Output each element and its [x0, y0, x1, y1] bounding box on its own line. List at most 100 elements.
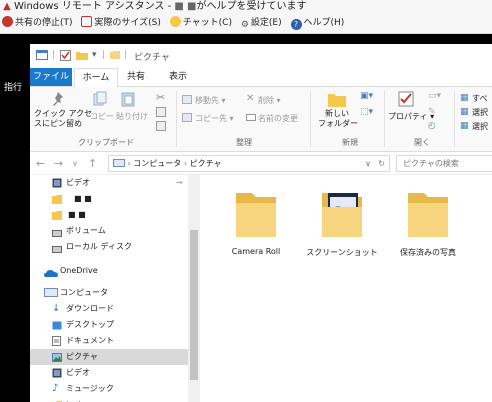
up-arrow-icon[interactable]: ↑ [88, 157, 97, 170]
select-all-icon: ▦ [460, 93, 469, 103]
tab-share[interactable]: 共有 [118, 68, 154, 86]
nav-item-video-1[interactable]: ビデオ ⊸ [30, 175, 188, 191]
onedrive-icon [44, 267, 58, 283]
history-icon[interactable]: ◴ [428, 121, 436, 131]
remote-desktop-background: 指行 [0, 34, 30, 402]
address-bar-row: ← → ∨ ↑ › コンピュータ › ピクチャ ∨ ↻ ピクチャの検索 [30, 152, 492, 175]
properties-quick-icon[interactable] [60, 50, 71, 64]
nav-item-masked-1[interactable]: ■ ■ [30, 191, 188, 207]
folder-icon [236, 193, 276, 237]
explorer-titlebar: | ▾ | | ピクチャ [30, 44, 492, 66]
quick-access-separator: | [52, 50, 56, 60]
title-separator: | [102, 50, 106, 60]
breadcrumb-computer[interactable]: コンピュータ [133, 159, 181, 168]
new-folder-icon [328, 91, 346, 110]
customize-quick-access-icon[interactable]: ▾ [92, 50, 97, 60]
forward-arrow-icon[interactable]: → [54, 157, 63, 170]
actual-size-button[interactable]: 実際のサイズ(S) [81, 14, 161, 33]
nav-item-test[interactable]: test [30, 397, 188, 402]
nav-item-local-disk[interactable]: ローカル ディスク [30, 239, 188, 255]
nav-item-pictures[interactable]: ピクチャ [30, 349, 188, 365]
pin-quick-access-button[interactable]: クイック アクセ スにピン留め [34, 109, 92, 129]
chat-button[interactable]: チャット(C) [169, 14, 232, 33]
nav-item-masked-2[interactable]: ■ ■ [30, 207, 188, 223]
tab-view[interactable]: 表示 [158, 68, 198, 86]
nav-item-onedrive[interactable]: OneDrive [30, 263, 188, 279]
pin-small-icon: ⊸ [176, 178, 183, 187]
new-folder-button[interactable]: 新しい フォルダー [318, 109, 358, 129]
navigation-scrollbar[interactable] [188, 175, 200, 402]
breadcrumb-pictures[interactable]: ピクチャ [190, 159, 222, 168]
settings-button[interactable]: ⚙ 設定(E) [241, 14, 282, 33]
delete-button[interactable]: 削除 ▾ [258, 95, 281, 106]
copy-to-button[interactable]: コピー先 ▾ [195, 113, 234, 124]
window-title: ピクチャ [134, 53, 170, 63]
refresh-icon[interactable]: ↻ [378, 156, 385, 171]
nav-item-documents[interactable]: ドキュメント [30, 333, 188, 349]
remote-assistance-title-suffix: がヘルプを受けています [196, 1, 307, 12]
scrollbar-thumb[interactable] [190, 230, 198, 380]
download-icon: ↓ [52, 303, 61, 314]
help-button[interactable]: ? ヘルプ(H) [290, 14, 344, 33]
drive-icon [52, 243, 62, 259]
clipboard-group-label: クリップボード [78, 138, 134, 147]
folder-saved-pictures[interactable]: 保存済みの写真 [388, 185, 468, 261]
nav-item-volume[interactable]: ボリューム [30, 223, 188, 239]
file-view: Camera Roll スクリーンショット 保存済みの写真 [200, 175, 492, 402]
ribbon-separator [310, 91, 311, 147]
actual-size-icon [81, 16, 93, 27]
help-icon: ? [290, 19, 302, 30]
delete-icon: ✕ [246, 93, 255, 104]
easy-access-icon[interactable]: ⬚▾ [360, 107, 373, 117]
open-icon[interactable]: ▭▾ [428, 91, 441, 101]
move-to-button[interactable]: 移動先 ▾ [195, 95, 226, 106]
stop-sharing-button[interactable]: 共有の停止(T) [2, 14, 73, 33]
remote-assistance-title: Windows リモート アシスタンス - [14, 1, 175, 12]
rename-button[interactable]: 名前の変更 [258, 113, 298, 124]
move-to-icon [182, 95, 192, 107]
tab-file[interactable]: ファイル [30, 68, 72, 86]
window-menu-icon[interactable] [36, 50, 48, 63]
select-none-icon: ▦ [460, 107, 469, 117]
copy-button[interactable]: コピー [90, 111, 114, 122]
ribbon-separator [384, 91, 385, 147]
ribbon-home: クイック アクセ スにピン留め コピー 貼り付け ✂ クリップボード 移動先 ▾… [30, 87, 492, 152]
new-group-label: 新規 [342, 138, 358, 147]
new-item-icon[interactable]: ▣▾ [360, 91, 373, 101]
tab-home[interactable]: ホーム [74, 68, 118, 88]
nav-item-desktop[interactable]: デスクトップ [30, 317, 188, 333]
desktop-edge-text: 指行 [4, 83, 23, 93]
recent-locations-icon[interactable]: ∨ [72, 159, 78, 168]
folder-screenshots[interactable]: スクリーンショット [302, 185, 382, 261]
select-none-button[interactable]: 選択 [472, 107, 488, 118]
music-icon: ♪ [52, 383, 59, 394]
folder-camera-roll[interactable]: Camera Roll [216, 185, 296, 261]
nav-item-downloads[interactable]: ↓ ダウンロード [30, 301, 188, 317]
edit-icon[interactable]: ✎ [428, 107, 436, 117]
screenshot-folder-icon [322, 193, 362, 237]
nav-item-video-2[interactable]: ビデオ [30, 365, 188, 381]
nav-item-computer[interactable]: コンピュータ [30, 285, 188, 301]
select-all-button[interactable]: すべ [472, 93, 487, 104]
nav-item-music[interactable]: ♪ ミュージック [30, 381, 188, 397]
back-arrow-icon[interactable]: ← [36, 157, 45, 170]
folder-icon [408, 193, 448, 237]
copy-path-icon[interactable] [156, 107, 166, 120]
address-dropdown-icon[interactable]: ∨ [365, 156, 371, 171]
paste-button[interactable]: 貼り付け [116, 111, 148, 122]
masked-username: ■ ■ [174, 1, 197, 12]
search-box[interactable]: ピクチャの検索 [396, 155, 492, 172]
search-placeholder: ピクチャの検索 [403, 159, 459, 168]
cut-icon[interactable]: ✂ [156, 91, 165, 104]
invert-selection-button[interactable]: 選択 [472, 121, 488, 132]
address-bar[interactable]: › コンピュータ › ピクチャ ∨ ↻ [108, 155, 390, 172]
explorer-window: | ▾ | | ピクチャ ファイル ホーム 共有 表示 クイック アクセ スにピ… [30, 44, 492, 402]
computer-small-icon [113, 157, 125, 172]
paste-shortcut-icon[interactable] [156, 121, 166, 134]
remote-assistance-logo-icon: ▲ [3, 1, 11, 12]
settings-icon: ⚙ [240, 20, 249, 30]
remote-assistance-toolbar: 共有の停止(T) 実際のサイズ(S) チャット(C) ⚙ 設定(E) ? ヘルプ(H… [0, 14, 492, 34]
pin-icon [50, 91, 66, 110]
new-folder-quick-icon[interactable] [76, 50, 88, 63]
paste-icon [120, 91, 136, 110]
